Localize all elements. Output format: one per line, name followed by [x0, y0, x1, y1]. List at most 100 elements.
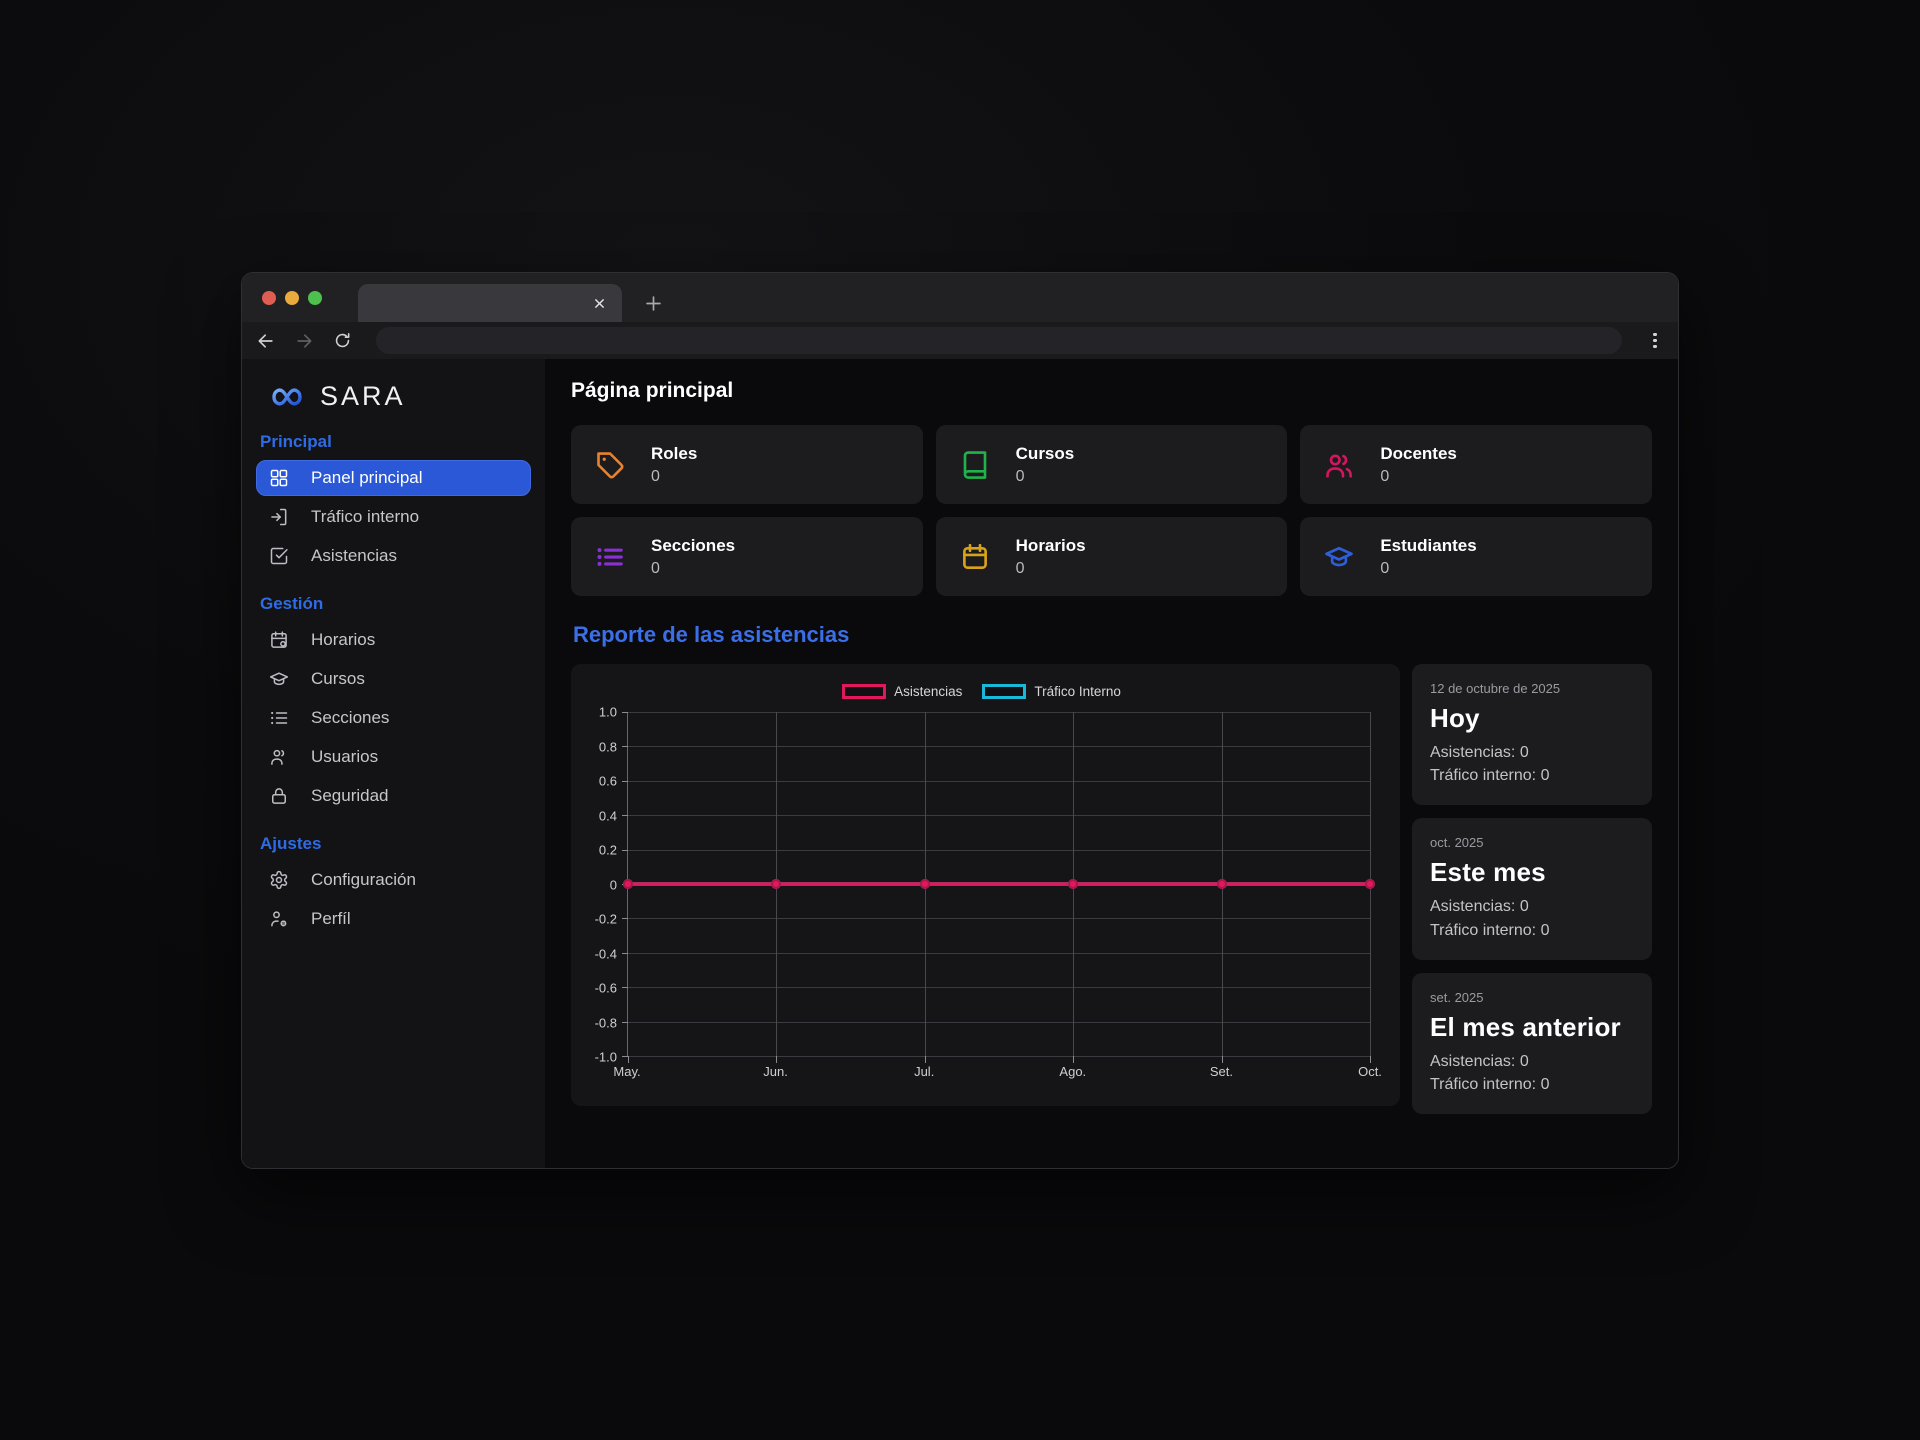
- stat-card-secciones[interactable]: Secciones 0: [571, 517, 923, 596]
- summary-line: Tráfico interno: 0: [1430, 1073, 1634, 1096]
- stat-value: 0: [1016, 560, 1086, 578]
- x-axis-label: Oct.: [1358, 1064, 1382, 1079]
- sidebar: SARA Principal Panel principal Tráfico i…: [242, 359, 545, 1169]
- app-title: SARA: [320, 381, 406, 412]
- chart-point: [1068, 879, 1078, 889]
- tab-bar: [242, 273, 1678, 322]
- stats-grid: Roles 0 Cursos 0 Docentes 0: [571, 425, 1652, 596]
- sidebar-item-usuarios[interactable]: Usuarios: [256, 739, 531, 775]
- chart-plot-area: [627, 712, 1370, 1057]
- forward-icon[interactable]: [294, 331, 314, 351]
- chart-x-axis: May.Jun.Jul.Ago.Set.Oct.: [627, 1057, 1370, 1085]
- stat-card-estudiantes[interactable]: Estudiantes 0: [1300, 517, 1652, 596]
- window-controls: [262, 273, 322, 322]
- calendar-cog-icon: [269, 630, 289, 650]
- stat-title: Docentes: [1380, 444, 1457, 464]
- browser-menu-icon[interactable]: [1646, 330, 1664, 352]
- app-content: SARA Principal Panel principal Tráfico i…: [242, 359, 1678, 1169]
- stat-title: Estudiantes: [1380, 536, 1476, 556]
- sidebar-item-trafico-interno[interactable]: Tráfico interno: [256, 499, 531, 535]
- sidebar-item-perfil[interactable]: Perfíl: [256, 901, 531, 937]
- summary-title: Este mes: [1430, 857, 1634, 888]
- chart-lines: [628, 712, 1370, 1056]
- summary-title: Hoy: [1430, 703, 1634, 734]
- chart-point: [920, 879, 930, 889]
- legend-label: Tráfico Interno: [1034, 684, 1121, 699]
- chart-y-axis: 1.00.80.60.40.20-0.2-0.4-0.6-0.8-1.0: [583, 712, 627, 1057]
- x-axis-label: Set.: [1210, 1064, 1233, 1079]
- sidebar-item-horarios[interactable]: Horarios: [256, 622, 531, 658]
- stat-card-cursos[interactable]: Cursos 0: [936, 425, 1288, 504]
- attendance-chart: AsistenciasTráfico Interno 1.00.80.60.40…: [571, 664, 1400, 1106]
- graduation-cap-icon: [269, 669, 289, 689]
- summary-line: Tráfico interno: 0: [1430, 919, 1634, 942]
- sidebar-item-label: Cursos: [311, 669, 365, 689]
- y-axis-label: -0.4: [595, 946, 617, 961]
- chart-point: [623, 879, 633, 889]
- y-axis-label: 0: [610, 877, 617, 892]
- legend-item[interactable]: Asistencias: [842, 684, 962, 699]
- log-in-icon: [269, 507, 289, 527]
- sidebar-item-label: Horarios: [311, 630, 375, 650]
- stat-value: 0: [1380, 560, 1476, 578]
- sidebar-item-label: Tráfico interno: [311, 507, 419, 527]
- back-icon[interactable]: [256, 331, 276, 351]
- stat-value: 0: [1380, 468, 1457, 486]
- stat-title: Secciones: [651, 536, 735, 556]
- calendar-icon: [960, 542, 990, 572]
- summary-card-mes-anterior: set. 2025 El mes anterior Asistencias: 0…: [1412, 973, 1652, 1114]
- browser-tab[interactable]: [358, 284, 622, 322]
- axis-tick: [1370, 1056, 1371, 1063]
- users-icon: [269, 747, 289, 767]
- sidebar-item-panel-principal[interactable]: Panel principal: [256, 460, 531, 496]
- stat-value: 0: [651, 468, 697, 486]
- stat-title: Horarios: [1016, 536, 1086, 556]
- sidebar-section-principal: Principal: [260, 432, 527, 452]
- sidebar-item-secciones[interactable]: Secciones: [256, 700, 531, 736]
- y-axis-label: 1.0: [599, 705, 617, 720]
- main-content: Página principal Roles 0 Cursos 0: [545, 359, 1678, 1169]
- app-logo: SARA: [256, 379, 531, 412]
- sidebar-item-label: Configuración: [311, 870, 416, 890]
- chart-point: [1365, 879, 1375, 889]
- close-window-button[interactable]: [262, 291, 276, 305]
- y-axis-label: -0.8: [595, 1015, 617, 1030]
- users-icon: [1324, 450, 1354, 480]
- stat-title: Roles: [651, 444, 697, 464]
- x-axis-label: Ago.: [1059, 1064, 1086, 1079]
- list-icon: [269, 708, 289, 728]
- maximize-window-button[interactable]: [308, 291, 322, 305]
- sidebar-item-label: Perfíl: [311, 909, 351, 929]
- y-axis-label: 0.8: [599, 739, 617, 754]
- stat-value: 0: [1016, 468, 1075, 486]
- report-title: Reporte de las asistencias: [573, 622, 1652, 648]
- lock-icon: [269, 786, 289, 806]
- stat-card-docentes[interactable]: Docentes 0: [1300, 425, 1652, 504]
- y-axis-label: -0.6: [595, 981, 617, 996]
- chart-point: [1217, 879, 1227, 889]
- y-axis-label: -1.0: [595, 1050, 617, 1065]
- infinity-icon: [264, 384, 310, 410]
- summary-card-hoy: 12 de octubre de 2025 Hoy Asistencias: 0…: [1412, 664, 1652, 805]
- minimize-window-button[interactable]: [285, 291, 299, 305]
- chart-legend: Asistencias Tráfico Interno: [583, 678, 1380, 704]
- new-tab-button[interactable]: [638, 288, 668, 318]
- summary-title: El mes anterior: [1430, 1012, 1634, 1043]
- stat-value: 0: [651, 560, 735, 578]
- sidebar-item-asistencias[interactable]: Asistencias: [256, 538, 531, 574]
- sidebar-item-seguridad[interactable]: Seguridad: [256, 778, 531, 814]
- page-title: Página principal: [571, 379, 1652, 403]
- tab-close-icon[interactable]: [589, 293, 609, 313]
- stat-card-horarios[interactable]: Horarios 0: [936, 517, 1288, 596]
- y-axis-label: -0.2: [595, 912, 617, 927]
- summary-card-este-mes: oct. 2025 Este mes Asistencias: 0 Tráfic…: [1412, 818, 1652, 959]
- sidebar-item-configuracion[interactable]: Configuración: [256, 862, 531, 898]
- browser-toolbar: [242, 322, 1678, 359]
- address-bar[interactable]: [376, 327, 1622, 354]
- sidebar-item-cursos[interactable]: Cursos: [256, 661, 531, 697]
- summary-period: oct. 2025: [1430, 835, 1634, 850]
- stat-card-roles[interactable]: Roles 0: [571, 425, 923, 504]
- legend-item[interactable]: Tráfico Interno: [982, 684, 1121, 699]
- chart-point: [771, 879, 781, 889]
- reload-icon[interactable]: [332, 331, 352, 351]
